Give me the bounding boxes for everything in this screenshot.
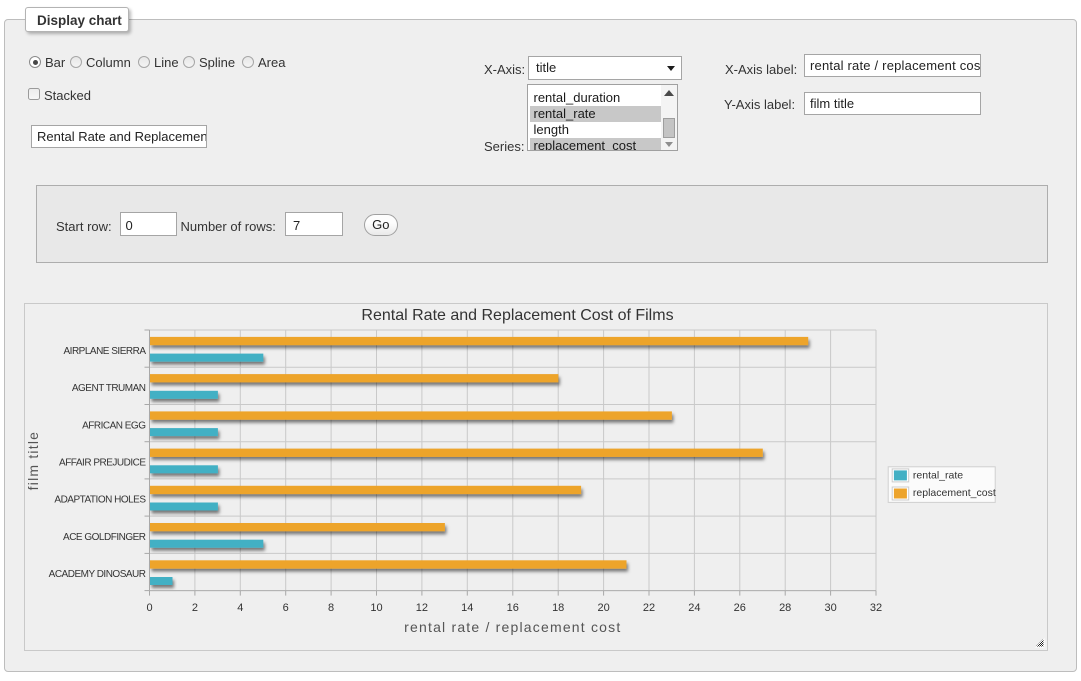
svg-text:20: 20 [597,602,609,614]
svg-text:0: 0 [146,602,152,614]
svg-text:16: 16 [507,602,519,614]
svg-text:AFFAIR PREJUDICE: AFFAIR PREJUDICE [59,458,146,469]
svg-text:ACADEMY DINOSAUR: ACADEMY DINOSAUR [49,569,146,580]
svg-text:2: 2 [192,602,198,614]
svg-text:12: 12 [416,602,428,614]
svg-text:26: 26 [734,602,746,614]
svg-text:32: 32 [870,602,882,614]
svg-text:10: 10 [370,602,382,614]
svg-text:rental rate / replacement cost: rental rate / replacement cost [404,619,621,635]
svg-text:30: 30 [824,602,836,614]
svg-text:AIRPLANE SIERRA: AIRPLANE SIERRA [64,346,147,357]
svg-text:film title: film title [25,431,41,490]
svg-text:replacement_cost: replacement_cost [913,487,996,499]
svg-text:8: 8 [328,602,334,614]
svg-text:ACE GOLDFINGER: ACE GOLDFINGER [63,532,146,543]
svg-text:28: 28 [779,602,791,614]
svg-text:Rental Rate and Replacement Co: Rental Rate and Replacement Cost of Film… [361,307,673,324]
svg-text:rental_rate: rental_rate [913,470,963,482]
svg-text:AGENT TRUMAN: AGENT TRUMAN [72,383,146,394]
svg-text:AFRICAN EGG: AFRICAN EGG [82,420,146,431]
svg-text:14: 14 [461,602,473,614]
svg-text:4: 4 [237,602,243,614]
svg-text:6: 6 [283,602,289,614]
svg-text:18: 18 [552,602,564,614]
svg-text:ADAPTATION HOLES: ADAPTATION HOLES [54,495,146,506]
svg-text:22: 22 [643,602,655,614]
svg-text:24: 24 [688,602,700,614]
